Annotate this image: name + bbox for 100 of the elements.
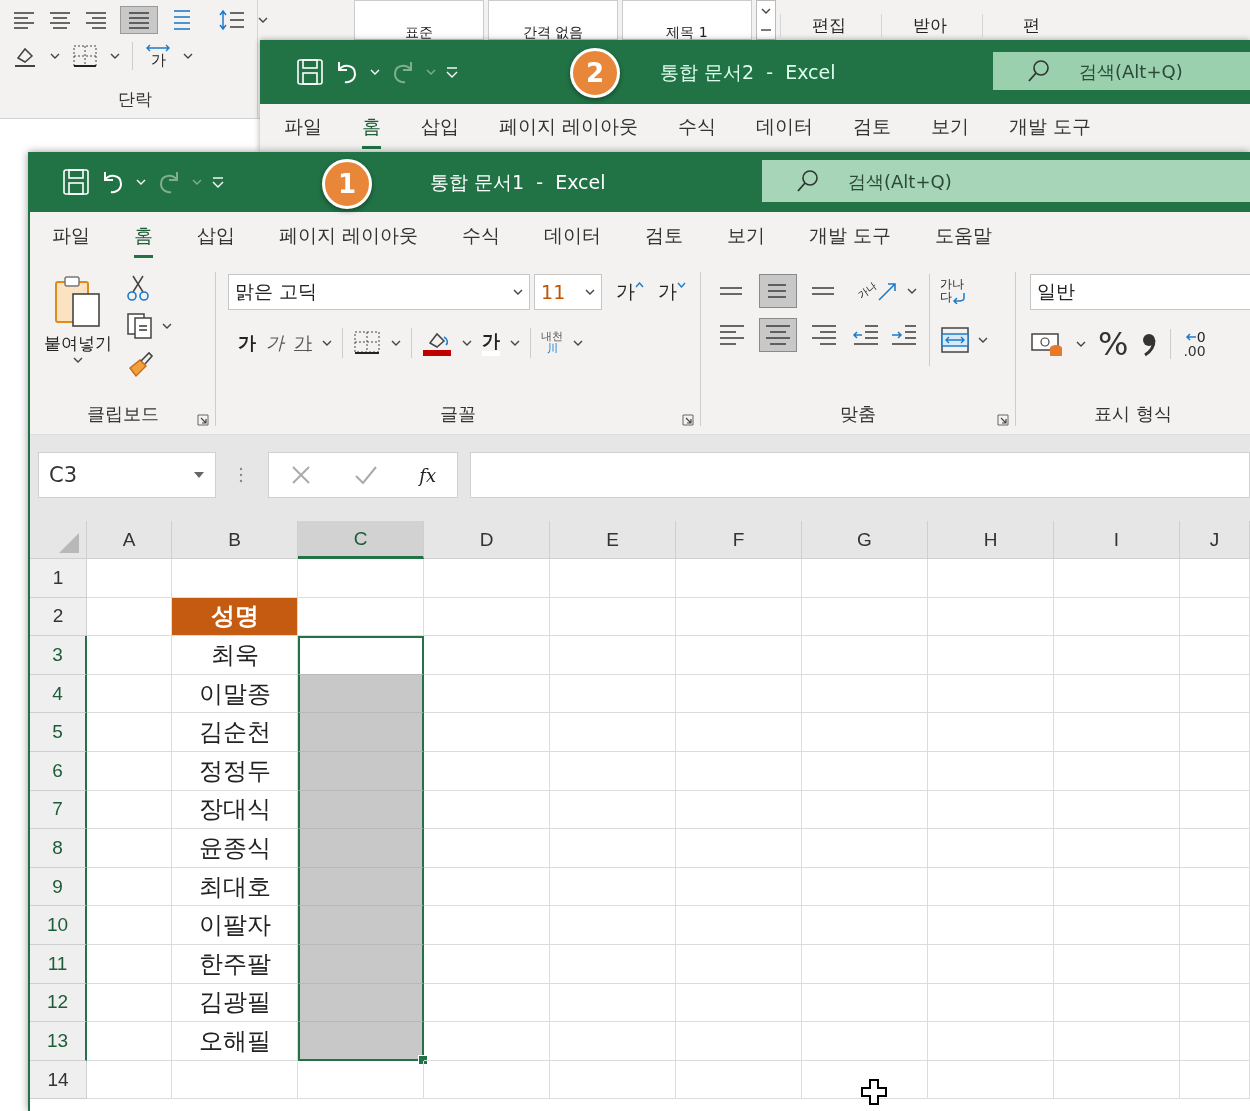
dialog-launcher-icon[interactable] xyxy=(997,414,1009,426)
ribbon-tab[interactable]: 검토 xyxy=(645,216,684,258)
copy-icon[interactable] xyxy=(126,312,154,340)
fill-handle[interactable] xyxy=(418,1054,428,1065)
selected-cell[interactable] xyxy=(298,674,424,714)
check-icon[interactable] xyxy=(353,464,378,486)
row-header[interactable]: 14 xyxy=(30,1060,87,1100)
ribbon-tab[interactable]: 삽입 xyxy=(197,216,235,258)
ribbon-tab[interactable]: 홈 xyxy=(134,216,153,258)
row-header[interactable]: 5 xyxy=(30,713,87,752)
row-header[interactable]: 4 xyxy=(30,674,87,714)
ribbon-tab[interactable]: 개발 도구 xyxy=(809,216,892,258)
save-icon[interactable] xyxy=(62,168,90,196)
column-header[interactable]: C xyxy=(298,521,424,559)
caret-icon[interactable] xyxy=(110,53,120,59)
selected-cell[interactable] xyxy=(298,906,424,945)
save-icon[interactable] xyxy=(296,58,324,86)
selected-cell[interactable] xyxy=(298,790,424,830)
paste-button[interactable]: 붙여넣기 xyxy=(30,274,118,394)
column-header[interactable]: D xyxy=(424,521,550,559)
name-box[interactable]: C3 xyxy=(38,452,216,498)
ribbon-tab[interactable]: 파일 xyxy=(284,107,322,149)
row-header[interactable]: 2 xyxy=(30,597,87,637)
style-tile[interactable]: 제목 1 xyxy=(622,0,752,40)
ribbon-tab[interactable]: 수식 xyxy=(678,107,717,149)
ribbon-tab[interactable]: 도움말 xyxy=(935,216,993,258)
dialog-launcher-icon[interactable] xyxy=(681,414,694,426)
merge-center-icon[interactable] xyxy=(939,326,970,354)
ribbon-tab[interactable]: 홈 xyxy=(362,107,381,149)
row-header[interactable]: 12 xyxy=(30,983,87,1023)
row-header[interactable]: 3 xyxy=(30,636,87,675)
row-header[interactable]: 9 xyxy=(30,867,87,907)
caret-icon[interactable] xyxy=(258,17,268,23)
caret-icon[interactable] xyxy=(322,340,333,346)
grip-icon[interactable] xyxy=(238,465,244,485)
ribbon-command[interactable]: 받아 xyxy=(881,14,978,37)
row-header[interactable]: 7 xyxy=(30,790,87,830)
justify-button[interactable] xyxy=(120,6,158,34)
column-header[interactable]: H xyxy=(928,521,1054,559)
formula-input[interactable] xyxy=(470,452,1250,498)
wrap-text-button[interactable]: 가나 다 xyxy=(939,278,988,304)
column-header[interactable]: J xyxy=(1180,521,1250,559)
ribbon-tab[interactable]: 페이지 레이아웃 xyxy=(499,107,639,149)
italic-button[interactable]: 가 xyxy=(266,331,285,355)
selected-cell[interactable] xyxy=(298,867,424,907)
caret-icon[interactable] xyxy=(162,323,172,329)
search-field[interactable]: 검색(Alt+Q) xyxy=(993,52,1250,90)
row-header[interactable]: 11 xyxy=(30,944,87,984)
selected-cell[interactable] xyxy=(298,829,424,868)
ribbon-tab[interactable]: 파일 xyxy=(52,216,90,258)
row-header[interactable]: 6 xyxy=(30,751,87,791)
ribbon-tab[interactable]: 페이지 레이아웃 xyxy=(279,216,419,258)
caret-icon[interactable] xyxy=(50,53,60,59)
caret-icon[interactable] xyxy=(391,340,402,346)
ribbon-command[interactable]: 편 xyxy=(982,14,1079,37)
caret-icon[interactable] xyxy=(977,337,988,343)
font-name-field[interactable]: 맑은 고딕 xyxy=(228,274,531,310)
row-header[interactable]: 8 xyxy=(30,829,87,868)
ribbon-tab[interactable]: 데이터 xyxy=(756,107,814,149)
bold-button[interactable]: 가 xyxy=(238,331,257,355)
column-header[interactable]: I xyxy=(1054,521,1180,559)
column-header[interactable]: A xyxy=(87,521,172,559)
scissors-icon[interactable] xyxy=(126,274,150,302)
font-color-button[interactable]: 가 xyxy=(482,330,501,356)
ribbon-tab[interactable]: 보기 xyxy=(727,216,766,258)
selected-cell[interactable] xyxy=(298,713,424,752)
align-button[interactable] xyxy=(758,274,797,308)
ribbon-tab[interactable]: 개발 도구 xyxy=(1009,107,1092,149)
caret-icon[interactable] xyxy=(906,288,917,294)
column-header[interactable]: G xyxy=(802,521,928,559)
gallery-scroll-icon[interactable] xyxy=(756,0,776,40)
ribbon-tab[interactable]: 삽입 xyxy=(421,107,459,149)
grow-font-button[interactable]: 가 xyxy=(616,279,645,305)
font-size-field[interactable]: 11 xyxy=(534,274,603,310)
borders-icon[interactable] xyxy=(353,330,382,356)
caret-icon[interactable] xyxy=(573,340,584,346)
search-field[interactable]: 검색(Alt+Q) xyxy=(762,160,1250,202)
currency-icon[interactable] xyxy=(1030,330,1064,358)
shrink-font-button[interactable]: 가 xyxy=(658,279,687,305)
number-format-field[interactable]: 일반 xyxy=(1030,274,1250,310)
ribbon-command[interactable]: 편집 xyxy=(780,14,877,37)
insert-function-button[interactable]: fx xyxy=(419,464,437,486)
customize-icon[interactable] xyxy=(211,176,225,188)
selected-cell[interactable] xyxy=(298,983,424,1023)
selected-cell[interactable] xyxy=(298,636,424,675)
column-header[interactable]: F xyxy=(676,521,802,559)
increase-decimal-button[interactable]: 0 .00 xyxy=(1183,330,1206,358)
percent-style-button[interactable]: % xyxy=(1098,328,1129,360)
column-header[interactable]: B xyxy=(172,521,298,559)
row-header[interactable]: 13 xyxy=(30,1022,87,1061)
caret-icon[interactable] xyxy=(510,340,521,346)
selected-cell[interactable] xyxy=(298,944,424,984)
style-tile[interactable]: 표준 xyxy=(354,0,484,40)
caret-icon[interactable] xyxy=(183,53,193,59)
ribbon-tab[interactable]: 수식 xyxy=(462,216,501,258)
row-header[interactable]: 1 xyxy=(30,559,87,598)
ribbon-tab[interactable]: 데이터 xyxy=(544,216,602,258)
selected-cell[interactable] xyxy=(298,751,424,791)
align-button[interactable] xyxy=(758,318,797,352)
phonetic-button[interactable]: 내천 川 xyxy=(541,331,564,355)
